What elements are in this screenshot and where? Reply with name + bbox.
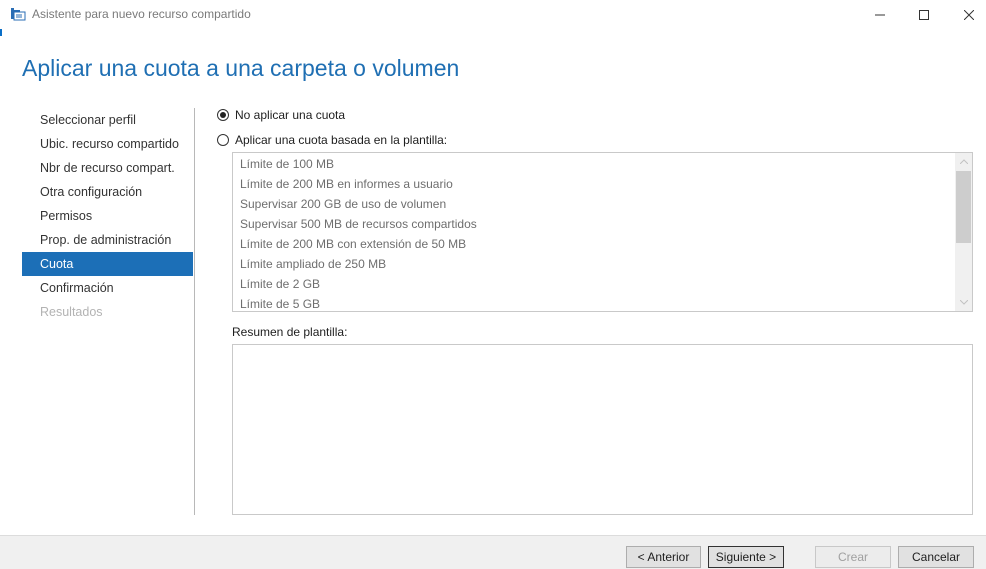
radio-template-quota-button[interactable]: [217, 134, 229, 146]
summary-label: Resumen de plantilla:: [232, 325, 348, 339]
next-button[interactable]: Siguiente >: [708, 546, 784, 568]
close-button[interactable]: [946, 0, 986, 29]
radio-no-quota[interactable]: No aplicar una cuota: [217, 108, 345, 122]
nav-item-resultados: Resultados: [40, 305, 103, 319]
nav-divider: [194, 108, 195, 515]
list-item: Límite de 200 MB con extensión de 50 MB: [240, 237, 467, 251]
radio-no-quota-button[interactable]: [217, 109, 229, 121]
radio-template-quota[interactable]: Aplicar una cuota basada en la plantilla…: [217, 133, 447, 147]
scroll-thumb[interactable]: [956, 171, 971, 243]
window-title: Asistente para nuevo recurso compartido: [32, 7, 251, 21]
radio-template-quota-label: Aplicar una cuota basada en la plantilla…: [235, 133, 448, 147]
list-item: Supervisar 500 MB de recursos compartido…: [240, 217, 477, 231]
title-bar[interactable]: Asistente para nuevo recurso compartido: [0, 0, 986, 29]
template-list-scrollbar[interactable]: [955, 153, 972, 311]
list-item: Límite de 200 MB en informes a usuario: [240, 177, 453, 191]
list-item: Límite ampliado de 250 MB: [240, 257, 387, 271]
scroll-up-arrow-icon[interactable]: [955, 153, 972, 170]
nav-item-seleccionar-perfil[interactable]: Seleccionar perfil: [22, 108, 193, 132]
create-button: Crear: [815, 546, 891, 568]
close-icon: [964, 9, 974, 20]
template-list: Límite de 100 MB Límite de 200 MB en inf…: [232, 152, 973, 312]
nav-item-otra-configuracion[interactable]: Otra configuración: [22, 180, 193, 204]
cancel-button[interactable]: Cancelar: [898, 546, 974, 568]
maximize-icon: [919, 9, 929, 20]
nav-item-confirmacion[interactable]: Confirmación: [22, 276, 193, 300]
summary-box: [232, 344, 973, 515]
nav-item-propiedades-administracion[interactable]: Prop. de administración: [22, 228, 193, 252]
list-item: Supervisar 200 GB de uso de volumen: [240, 197, 447, 211]
page-title: Aplicar una cuota a una carpeta o volume…: [22, 55, 460, 81]
scroll-down-arrow-icon[interactable]: [955, 294, 972, 311]
wizard-steps-nav: Seleccionar perfil Ubic. recurso compart…: [22, 108, 193, 324]
list-item: Límite de 100 MB: [240, 157, 335, 171]
nav-item-cuota[interactable]: Cuota: [22, 252, 193, 276]
minimize-button[interactable]: [857, 0, 903, 29]
shared-folder-icon: [10, 7, 26, 21]
nav-item-nombre[interactable]: Nbr de recurso compart.: [22, 156, 193, 180]
maximize-button[interactable]: [901, 0, 947, 29]
nav-item-permisos[interactable]: Permisos: [22, 204, 193, 228]
minimize-icon: [875, 14, 885, 15]
radio-no-quota-label: No aplicar una cuota: [235, 108, 346, 122]
list-item: Límite de 2 GB: [240, 277, 321, 291]
wizard-window: Asistente para nuevo recurso compartido …: [0, 0, 986, 569]
previous-button[interactable]: < Anterior: [626, 546, 701, 568]
nav-item-ubicacion[interactable]: Ubic. recurso compartido: [22, 132, 193, 156]
list-item: Límite de 5 GB: [240, 297, 321, 311]
